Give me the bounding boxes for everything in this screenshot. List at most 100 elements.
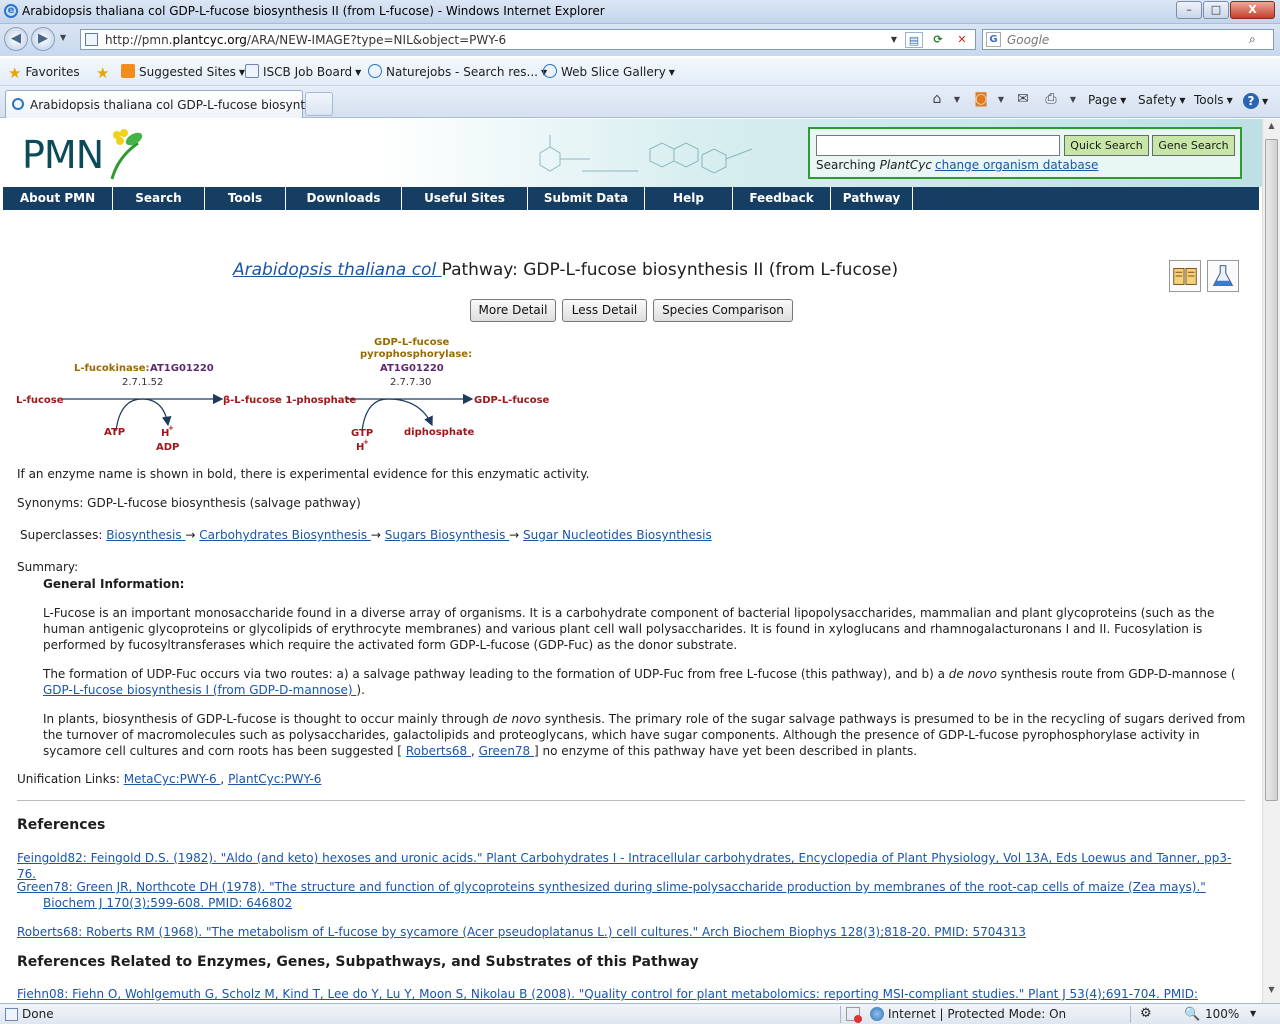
security-report-icon[interactable] (846, 1007, 862, 1023)
fav-iscb-job-board[interactable]: ISCB Job Board ▼ (245, 64, 361, 79)
feeds-dropdown-icon[interactable]: ▼ (992, 95, 1010, 113)
superclass-sugars-link[interactable]: Sugars Biosynthesis (385, 528, 509, 542)
plantcyc-link[interactable]: PlantCyc:PWY-6 (228, 772, 321, 786)
compatibility-view-icon[interactable]: ▤ (905, 32, 923, 48)
home-dropdown-icon[interactable]: ▼ (948, 95, 966, 113)
enzyme1-gene[interactable]: AT1G01220 (150, 363, 214, 374)
pathway-diagram: L-fucokinase: AT1G01220 2.7.1.52 GDP-L-f… (16, 337, 550, 453)
tools-menu[interactable]: Tools ▼ (1194, 93, 1233, 107)
popup-blocker-icon[interactable]: ⚙ (1140, 1006, 1152, 1021)
gene-search-button[interactable]: Gene Search (1152, 135, 1235, 156)
more-detail-button[interactable]: More Detail (470, 299, 556, 322)
citation-roberts68-link[interactable]: Roberts68 (406, 744, 471, 758)
menu-useful-sites[interactable]: Useful Sites (402, 187, 528, 210)
reference-text-link[interactable]: Green JR, Northcote DH (1978). "The stru… (43, 880, 1206, 910)
scrollbar-thumb[interactable] (1265, 139, 1278, 801)
search-magnifier-icon[interactable]: ⌕ (1249, 32, 1256, 47)
side-compound-adp[interactable]: ADP (156, 442, 179, 453)
side-compound-diphosphate[interactable]: diphosphate (404, 427, 474, 438)
enzyme1-name[interactable]: L-fucokinase: (74, 363, 149, 374)
change-organism-link[interactable]: change organism database (935, 158, 1098, 172)
address-dropdown-icon[interactable]: ▼ (885, 32, 903, 48)
species-comparison-button[interactable]: Species Comparison (653, 299, 793, 322)
compound-fucose-1-phosphate[interactable]: β-L-fucose 1-phosphate (223, 395, 356, 406)
enzyme2-name-line1[interactable]: GDP-L-fucose (374, 337, 450, 348)
metacyc-link[interactable]: MetaCyc:PWY-6 (124, 772, 221, 786)
menu-search[interactable]: Search (113, 187, 205, 210)
menu-about-pmn[interactable]: About PMN (3, 187, 113, 210)
organism-link[interactable]: Arabidopsis thaliana col (233, 260, 442, 280)
maximize-button[interactable]: □ (1203, 1, 1229, 19)
address-url[interactable]: http://pmn.plantcyc.org/ARA/NEW-IMAGE?ty… (105, 33, 506, 47)
book-icon[interactable] (1169, 260, 1201, 292)
favorites-button[interactable]: ★ Favorites (8, 64, 80, 82)
reference-key-link[interactable]: Roberts68: (17, 925, 82, 939)
enzyme2-name-line2[interactable]: pyrophosphorylase: (360, 349, 472, 360)
help-icon: ? (1243, 93, 1259, 109)
forward-button[interactable]: ▶ (31, 27, 55, 51)
menu-pathway[interactable]: Pathway (831, 187, 913, 210)
fav-web-slice-gallery[interactable]: Web Slice Gallery ▼ (543, 64, 675, 79)
superclass-sugar-nucleotides-link[interactable]: Sugar Nucleotides Biosynthesis (523, 528, 712, 542)
new-tab-button[interactable] (305, 92, 333, 116)
help-menu[interactable]: ? ▼ (1243, 93, 1268, 109)
enzyme2-gene[interactable]: AT1G01220 (380, 363, 444, 374)
google-icon: G (986, 32, 1001, 47)
safety-menu[interactable]: Safety ▼ (1138, 93, 1186, 107)
citation-green78-link[interactable]: Green78 (479, 744, 534, 758)
superclass-biosynthesis-link[interactable]: Biosynthesis (106, 528, 185, 542)
print-dropdown-icon[interactable]: ▼ (1064, 95, 1082, 113)
menu-downloads[interactable]: Downloads (286, 187, 402, 210)
page-menu[interactable]: Page ▼ (1088, 93, 1126, 107)
page-viewport: PMN Quick Search Gene Search Searching P… (0, 119, 1262, 1003)
reference-fiehn08: Fiehn08: Fiehn O, Wohlgemuth G, Scholz M… (17, 986, 1247, 1002)
scroll-up-icon[interactable]: ▲ (1265, 121, 1278, 136)
quick-search-button[interactable]: Quick Search (1064, 135, 1149, 156)
flask-icon[interactable] (1207, 260, 1239, 292)
scroll-down-icon[interactable]: ▼ (1265, 985, 1278, 1000)
pmn-logo[interactable]: PMN (22, 133, 104, 177)
less-detail-button[interactable]: Less Detail (562, 299, 647, 322)
enzyme1-ec[interactable]: 2.7.1.52 (122, 377, 163, 388)
add-favorite-icon[interactable]: ★ (96, 64, 113, 82)
rss-feeds-icon[interactable]: ◙ (972, 91, 990, 109)
reference-text-link[interactable]: Fiehn O, Wohlgemuth G, Scholz M, Kind T,… (68, 987, 1198, 1001)
menu-submit-data[interactable]: Submit Data (528, 187, 645, 210)
compound-l-fucose[interactable]: L-fucose (16, 395, 64, 406)
reference-key-link[interactable]: Fiehn08: (17, 987, 68, 1001)
compound-gdp-l-fucose[interactable]: GDP-L-fucose (474, 395, 550, 406)
enzyme2-ec[interactable]: 2.7.7.30 (390, 377, 431, 388)
pmn-header: PMN Quick Search Gene Search Searching P… (0, 119, 1262, 187)
side-compound-atp[interactable]: ATP (104, 427, 125, 438)
pmn-leaf-icon (110, 129, 143, 180)
reference-key-link[interactable]: Green78: (17, 880, 73, 894)
stop-icon[interactable]: ✕ (953, 32, 971, 48)
reference-text-link[interactable]: Feingold D.S. (1982). "Aldo (and keto) h… (17, 851, 1231, 881)
back-button[interactable]: ◀ (4, 27, 28, 51)
home-icon[interactable]: ⌂ (928, 91, 946, 109)
gdp-fucose-biosynthesis-i-link[interactable]: GDP-L-fucose biosynthesis I (from GDP-D-… (43, 683, 356, 697)
plantcyc-search-input[interactable] (816, 135, 1060, 156)
menu-tools[interactable]: Tools (205, 187, 286, 210)
zoom-level[interactable]: 100% (1205, 1007, 1239, 1021)
fav-naturejobs[interactable]: Naturejobs - Search res... ▼ (368, 64, 547, 79)
minimize-button[interactable]: – (1176, 1, 1202, 19)
superclass-carbohydrates-link[interactable]: Carbohydrates Biosynthesis (199, 528, 371, 542)
fav-suggested-sites[interactable]: Suggested Sites ▼ (121, 64, 245, 79)
print-icon[interactable]: ⎙ (1042, 91, 1060, 109)
close-button[interactable]: X (1230, 1, 1275, 19)
vertical-scrollbar[interactable]: ▲ ▼ (1262, 119, 1280, 1003)
menu-help[interactable]: Help (645, 187, 733, 210)
recent-pages-dropdown[interactable]: ▼ (60, 33, 66, 42)
read-mail-icon[interactable]: ✉ (1014, 91, 1032, 109)
zoom-icon[interactable]: 🔍 (1184, 1007, 1200, 1022)
address-input[interactable]: http://pmn.plantcyc.org/ARA/NEW-IMAGE?ty… (80, 29, 976, 50)
reference-text-link[interactable]: Roberts RM (1968). "The metabolism of L-… (82, 925, 1026, 939)
zoom-dropdown-icon[interactable]: ▼ (1250, 1009, 1256, 1018)
menu-feedback[interactable]: Feedback (733, 187, 831, 210)
security-zone-text[interactable]: Internet | Protected Mode: On (888, 1007, 1066, 1021)
reference-key-link[interactable]: Feingold82: (17, 851, 87, 865)
refresh-icon[interactable]: ⟳ (929, 32, 947, 48)
tab-active[interactable]: Arabidopsis thaliana col GDP-L-fucose bi… (5, 90, 331, 118)
browser-search-input[interactable]: G Google ⌕ (982, 29, 1274, 50)
